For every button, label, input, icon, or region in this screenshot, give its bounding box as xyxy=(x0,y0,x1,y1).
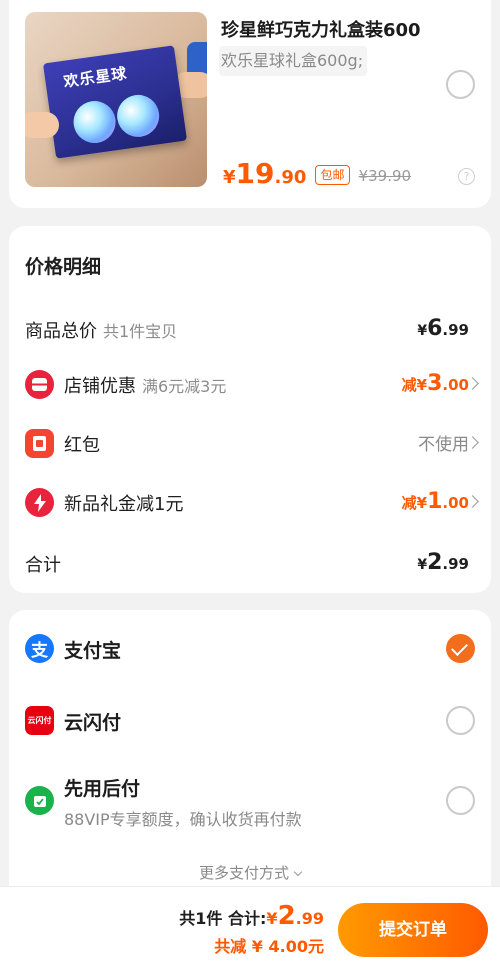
total-saved: 共减 ¥ 4.00元 xyxy=(214,937,324,956)
goods-total-amount: ¥6.99 xyxy=(417,316,469,341)
row-total: 合计 ¥2.99 xyxy=(9,544,491,584)
image-decoration xyxy=(70,98,119,146)
payment-option-pay-later[interactable]: 先用后付 88VIP专享额度，确认收货再付款 xyxy=(9,772,491,832)
image-decoration xyxy=(25,112,59,138)
payment-methods-card: 支 支付宝 云闪付 云闪付 先用后付 88VIP专享额度，确认收货再付款 更多支… xyxy=(9,610,491,900)
product-image-title: 欢乐星球 xyxy=(62,64,129,91)
submit-order-button[interactable]: 提交订单 xyxy=(338,903,488,957)
row-label: 合计 xyxy=(25,555,61,576)
payment-option-unionpay[interactable]: 云闪付 云闪付 xyxy=(9,704,491,738)
pay-later-radio[interactable] xyxy=(446,786,475,815)
payment-label: 支付宝 xyxy=(64,640,122,662)
payment-option-alipay[interactable]: 支 支付宝 xyxy=(9,632,491,666)
price-decimal: .90 xyxy=(274,167,307,188)
gift-discount-amount: 减¥1.00 xyxy=(401,489,469,514)
item-count: 共1件 xyxy=(179,909,223,928)
original-price: ¥39.90 xyxy=(358,167,412,185)
payment-sub: 88VIP专享额度，确认收货再付款 xyxy=(64,810,302,829)
row-label: 红包 xyxy=(64,435,100,456)
lightning-icon xyxy=(25,488,54,517)
row-sub: 共1件宝贝 xyxy=(103,322,178,341)
free-shipping-badge: 包邮 xyxy=(315,165,350,185)
row-label: 商品总价 共1件宝贝 xyxy=(25,321,178,342)
alipay-icon: 支 xyxy=(25,634,54,663)
help-icon[interactable]: ? xyxy=(458,168,475,185)
row-new-product-gift[interactable]: 新品礼金减1元 减¥1.00 xyxy=(9,483,491,523)
pay-later-icon xyxy=(25,786,54,815)
red-packet-icon xyxy=(25,429,54,458)
red-packet-status: 不使用 xyxy=(418,435,469,455)
row-label: 新品礼金减1元 xyxy=(64,494,184,515)
payment-label: 云闪付 xyxy=(64,712,122,734)
price-detail-card: 价格明细 商品总价 共1件宝贝 ¥6.99 店铺优惠 满6元减3元 减¥3.00 红… xyxy=(9,226,491,593)
row-red-packet[interactable]: 红包 不使用 xyxy=(9,424,491,464)
product-sku-selector[interactable]: 欢乐星球礼盒600g; xyxy=(219,46,368,76)
product-card: 欢乐星球 珍星鲜巧克力礼盒装600 欢乐星球礼盒600g; ¥19.90 包邮 … xyxy=(9,0,491,208)
unionpay-quickpass-icon: 云闪付 xyxy=(25,706,54,735)
image-decoration xyxy=(114,92,162,140)
price-currency: ¥ xyxy=(223,167,236,188)
price-detail-title: 价格明细 xyxy=(25,256,102,278)
product-price: ¥19.90 包邮 ¥39.90 xyxy=(223,157,411,191)
row-shop-discount[interactable]: 店铺优惠 满6元减3元 减¥3.00 xyxy=(9,365,491,405)
shop-discount-amount: 减¥3.00 xyxy=(401,371,469,396)
product-image[interactable]: 欢乐星球 xyxy=(25,12,207,187)
shop-discount-icon xyxy=(25,370,54,399)
gift-box-graphic: 欢乐星球 xyxy=(42,45,188,159)
row-label: 店铺优惠 满6元减3元 xyxy=(64,376,227,397)
total-amount: ¥2.99 xyxy=(417,550,469,575)
product-title[interactable]: 珍星鲜巧克力礼盒装600 xyxy=(221,16,451,42)
alipay-radio-checked[interactable] xyxy=(446,634,475,663)
more-payment-methods[interactable]: 更多支付方式 xyxy=(9,862,491,883)
row-goods-total: 商品总价 共1件宝贝 ¥6.99 xyxy=(9,310,491,350)
row-sub: 满6元减3元 xyxy=(142,377,227,396)
product-select-radio[interactable] xyxy=(446,70,475,99)
chevron-down-icon xyxy=(293,867,303,877)
price-integer: 19 xyxy=(235,157,275,190)
checkout-bar: 共1件 合计:¥2.99 共减 ¥ 4.00元 提交订单 xyxy=(0,886,500,972)
total-label: 合计: xyxy=(228,909,267,928)
unionpay-radio[interactable] xyxy=(446,706,475,735)
checkout-total: 共1件 合计:¥2.99 xyxy=(179,901,324,931)
payment-label: 先用后付 xyxy=(64,778,141,800)
